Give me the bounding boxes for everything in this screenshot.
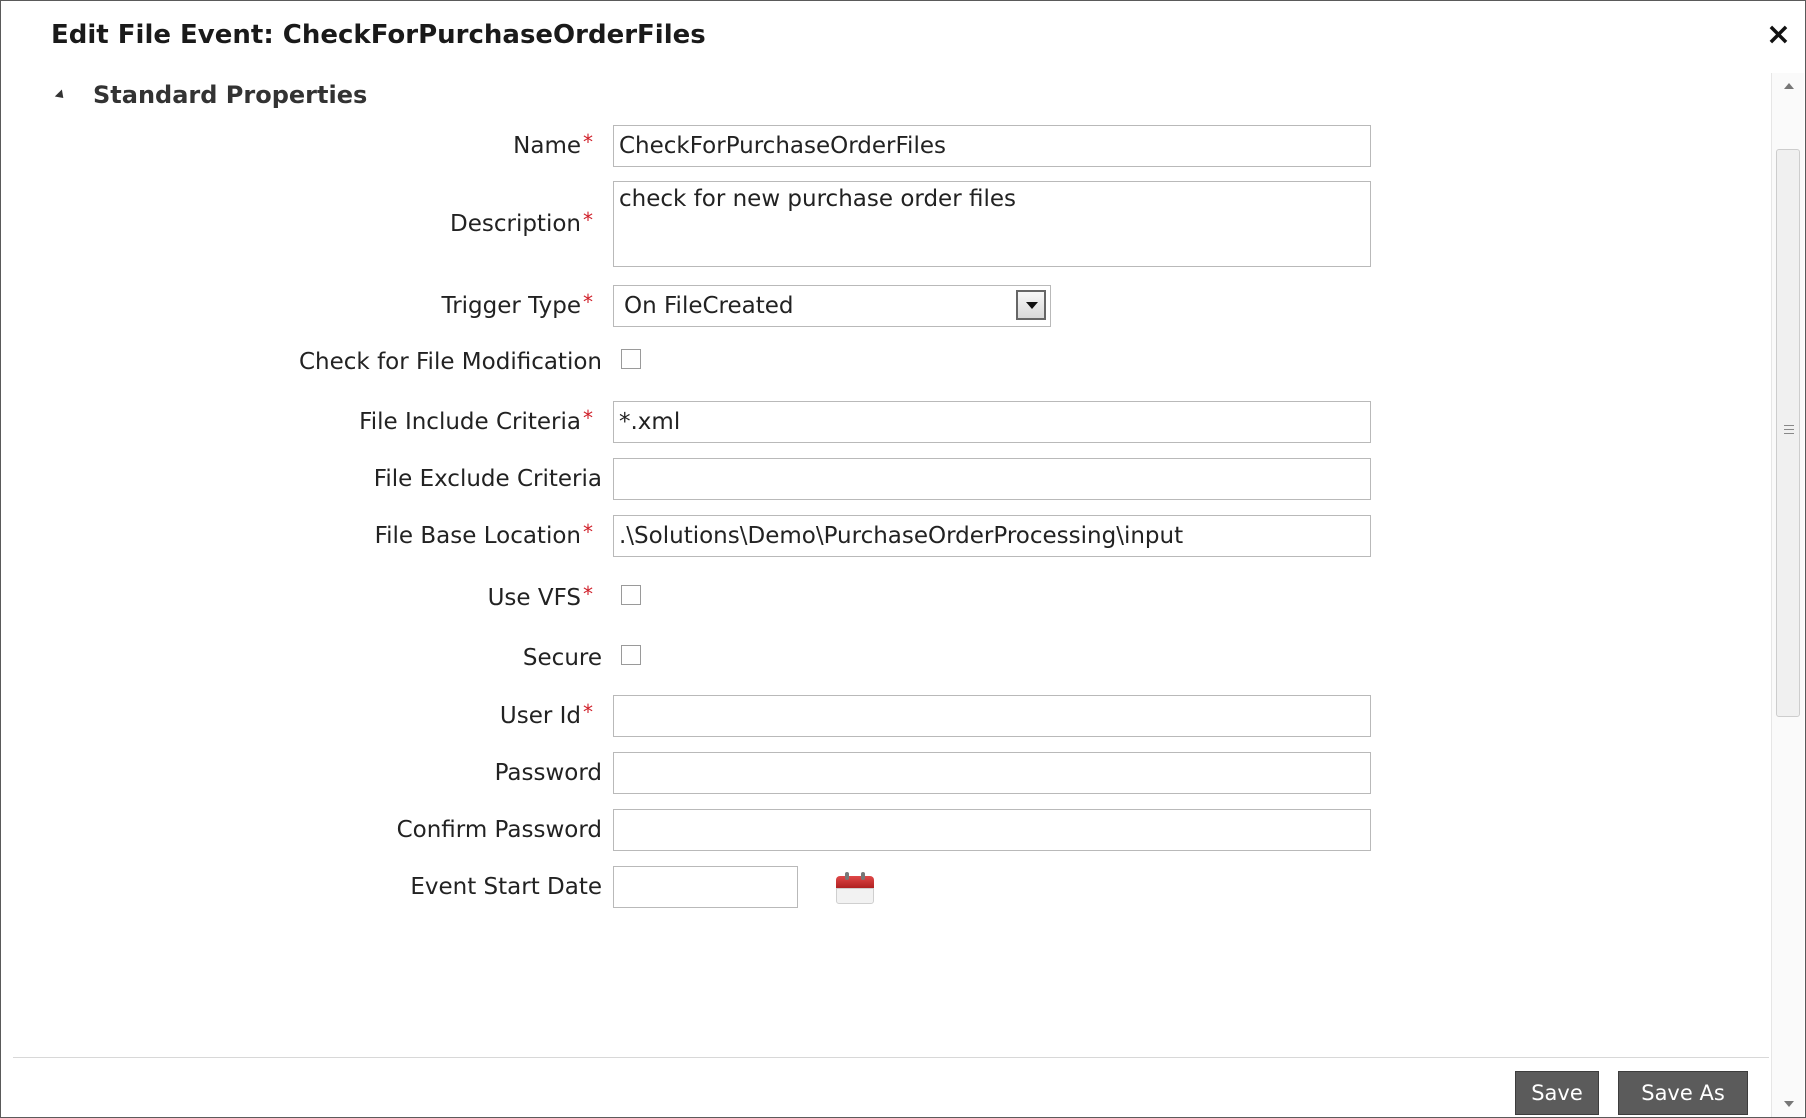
- name-label: Name *: [513, 130, 593, 159]
- row-user-id: User Id *: [13, 695, 1613, 737]
- row-base-location: File Base Location * .\Solutions\Demo\Pur…: [13, 515, 1613, 557]
- save-button[interactable]: Save: [1515, 1071, 1599, 1115]
- save-as-button[interactable]: Save As: [1618, 1071, 1748, 1115]
- base-location-input[interactable]: .\Solutions\Demo\PurchaseOrderProcessing…: [613, 515, 1371, 557]
- event-start-date-label: Event Start Date: [410, 874, 602, 900]
- password-label: Password: [494, 760, 602, 786]
- secure-checkbox[interactable]: [621, 645, 641, 665]
- name-input[interactable]: CheckForPurchaseOrderFiles: [613, 125, 1371, 167]
- section-header[interactable]: Standard Properties: [53, 75, 367, 115]
- check-modification-label: Check for File Modification: [299, 349, 602, 375]
- row-confirm-password: Confirm Password: [13, 809, 1613, 851]
- row-event-start-date: Event Start Date: [13, 866, 1613, 908]
- include-criteria-label: File Include Criteria *: [359, 406, 593, 435]
- row-description: Description * check for new purchase orde…: [13, 181, 1613, 267]
- use-vfs-checkbox[interactable]: [621, 585, 641, 605]
- scrollbar-thumb[interactable]: [1776, 149, 1800, 717]
- scroll-up-icon[interactable]: [1784, 83, 1794, 89]
- confirm-password-label: Confirm Password: [396, 817, 602, 843]
- description-label: Description *: [450, 208, 593, 237]
- row-password: Password: [13, 752, 1613, 794]
- trigger-type-value: On FileCreated: [624, 293, 794, 319]
- row-include-criteria: File Include Criteria * *.xml: [13, 401, 1613, 443]
- check-modification-checkbox[interactable]: [621, 349, 641, 369]
- row-use-vfs: Use VFS *: [13, 582, 1613, 613]
- triangle-down-icon[interactable]: [54, 88, 67, 102]
- description-textarea[interactable]: check for new purchase order files: [613, 181, 1371, 267]
- exclude-criteria-label: File Exclude Criteria: [373, 466, 602, 492]
- footer-divider: [13, 1057, 1769, 1058]
- section-title: Standard Properties: [93, 81, 368, 109]
- dialog-titlebar: Edit File Event: CheckForPurchaseOrderFi…: [1, 1, 1805, 71]
- secure-label: Secure: [522, 645, 602, 671]
- calendar-ring: [861, 872, 865, 880]
- confirm-password-input[interactable]: [613, 809, 1371, 851]
- user-id-input[interactable]: [613, 695, 1371, 737]
- user-id-label: User Id *: [499, 700, 593, 729]
- row-check-modification: Check for File Modification: [13, 347, 1613, 377]
- trigger-type-select[interactable]: On FileCreated: [613, 285, 1051, 327]
- dialog-title: Edit File Event: CheckForPurchaseOrderFi…: [51, 20, 706, 50]
- use-vfs-label: Use VFS *: [487, 582, 593, 611]
- trigger-type-label: Trigger Type *: [441, 290, 593, 319]
- password-input[interactable]: [613, 752, 1371, 794]
- scroll-down-icon[interactable]: [1784, 1101, 1794, 1107]
- grip-icon: [1784, 425, 1794, 437]
- row-trigger-type: Trigger Type * On FileCreated: [13, 283, 1613, 327]
- event-start-date-input[interactable]: [613, 866, 798, 908]
- include-criteria-input[interactable]: *.xml: [613, 401, 1371, 443]
- vertical-scrollbar[interactable]: [1771, 73, 1804, 1117]
- row-secure: Secure: [13, 643, 1613, 673]
- row-exclude-criteria: File Exclude Criteria: [13, 458, 1613, 500]
- edit-file-event-dialog: Edit File Event: CheckForPurchaseOrderFi…: [0, 0, 1806, 1118]
- calendar-icon[interactable]: [836, 870, 874, 904]
- dialog-content: Standard Properties Name * CheckForPurcha…: [13, 73, 1769, 1057]
- base-location-label: File Base Location *: [374, 520, 593, 549]
- exclude-criteria-input[interactable]: [613, 458, 1371, 500]
- row-name: Name * CheckForPurchaseOrderFiles: [13, 125, 1613, 167]
- calendar-body: [836, 888, 874, 904]
- chevron-down-icon[interactable]: [1016, 290, 1046, 320]
- calendar-ring: [845, 872, 849, 880]
- close-icon[interactable]: ×: [1766, 15, 1791, 55]
